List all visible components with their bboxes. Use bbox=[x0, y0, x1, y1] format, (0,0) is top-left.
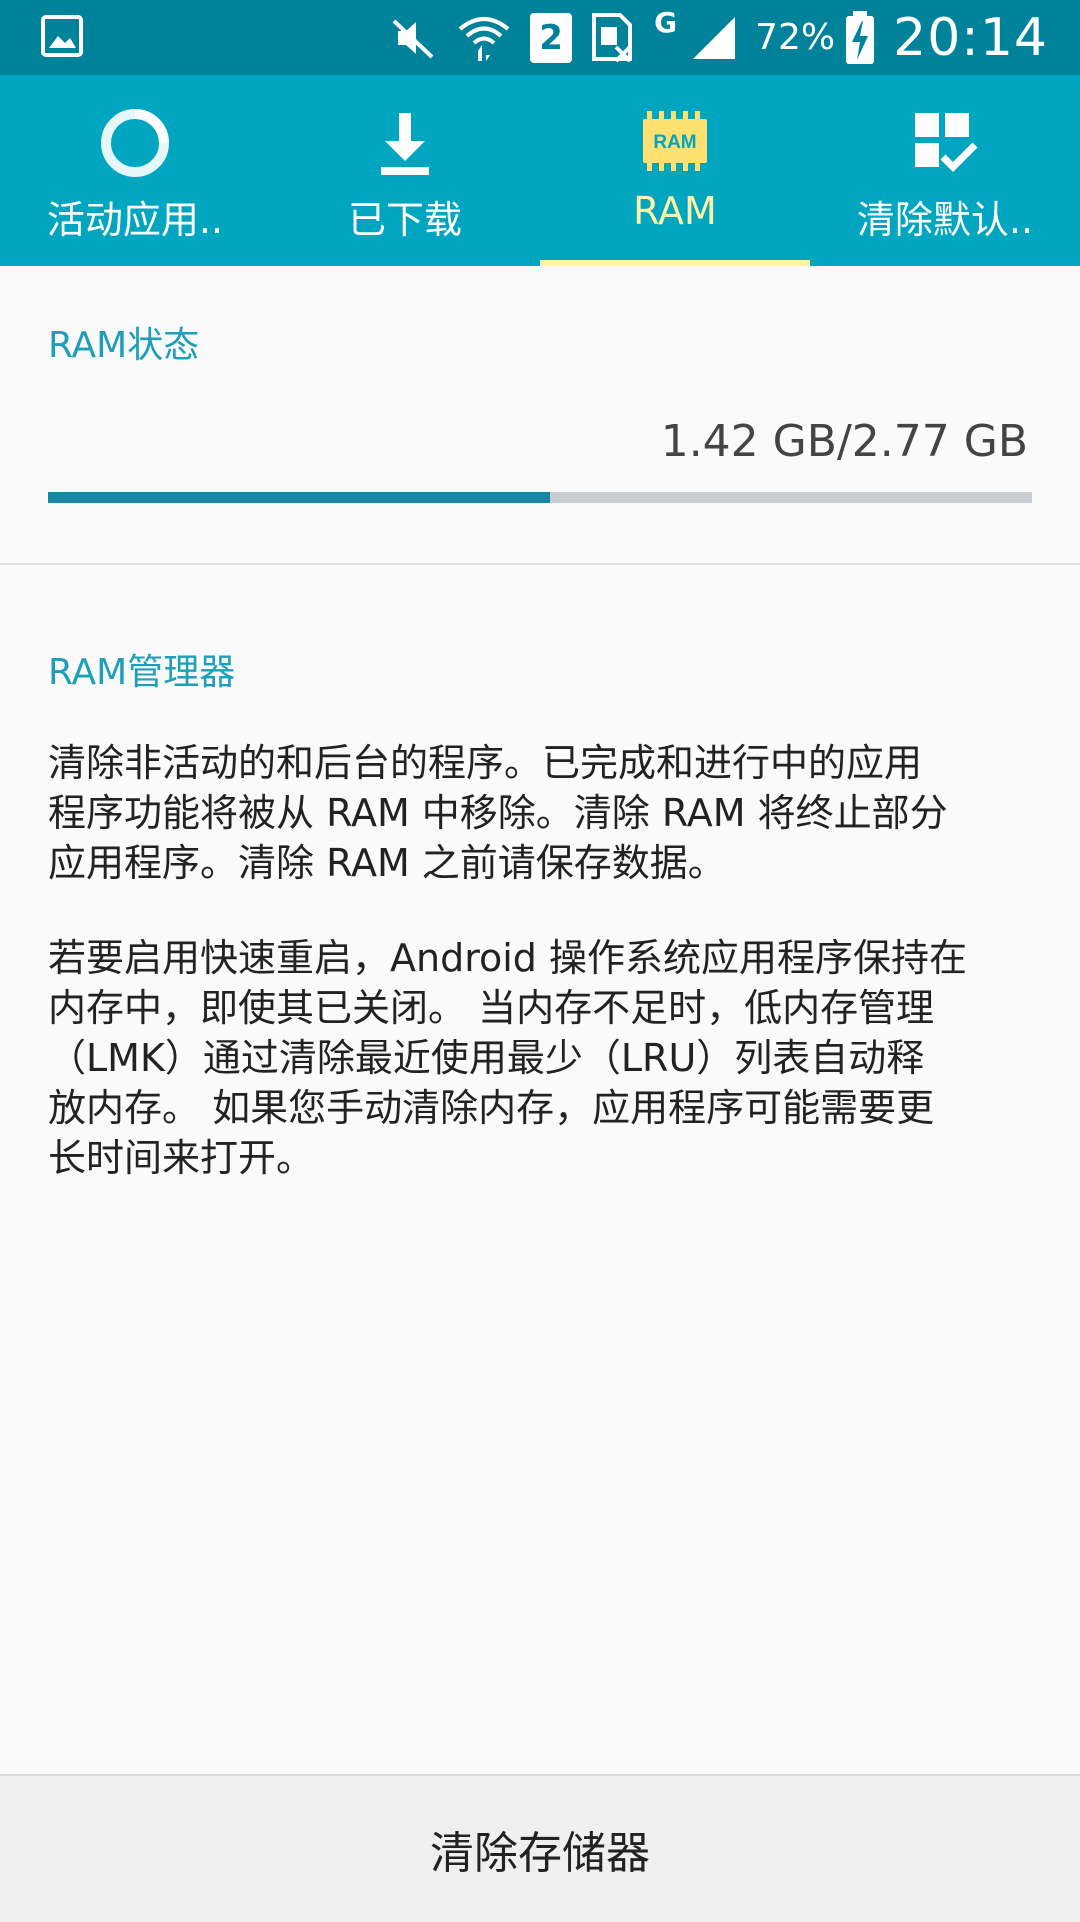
ram-status-title: RAM状态 bbox=[48, 325, 200, 366]
status-bar: 2 G 72% 20:14 bbox=[0, 0, 1080, 75]
ram-chip-text: RAM bbox=[653, 132, 696, 153]
divider bbox=[0, 563, 1080, 565]
no-sim-icon bbox=[592, 12, 633, 62]
tab-bar: 活动应用.. 已下载 RAM RAM 清除默认.. bbox=[0, 75, 1080, 266]
ram-usage-text: 1.42 GB/2.77 GB bbox=[660, 416, 1028, 467]
ram-progress-fill bbox=[48, 492, 550, 503]
ram-manager-title: RAM管理器 bbox=[48, 652, 236, 693]
text-line: （LMK）通过清除最近使用最少（LRU）列表自动释 bbox=[48, 1036, 925, 1080]
tab-label: 已下载 bbox=[347, 198, 462, 242]
tab-clear-defaults[interactable]: 清除默认.. bbox=[810, 75, 1080, 266]
ram-progress-bar bbox=[48, 492, 1032, 503]
clear-memory-label: 清除存储器 bbox=[430, 1828, 650, 1879]
text-line: 若要启用快速重启，Android 操作系统应用程序保持在 bbox=[48, 936, 967, 980]
ram-chip-icon: RAM bbox=[643, 111, 707, 171]
mute-icon bbox=[392, 19, 434, 58]
network-type: G bbox=[654, 6, 678, 39]
ram-manager-description: 清除非活动的和后台的程序。已完成和进行中的应用 程序功能将被从 RAM 中移除。… bbox=[48, 738, 1038, 888]
signal-icon bbox=[693, 16, 736, 59]
battery-percent: 72% bbox=[755, 17, 836, 58]
download-icon bbox=[381, 113, 429, 175]
clear-defaults-icon bbox=[915, 113, 978, 172]
battery-charging-icon bbox=[846, 10, 875, 64]
tab-active-apps[interactable]: 活动应用.. bbox=[0, 75, 270, 266]
wifi-icon bbox=[458, 16, 510, 61]
text-line: 清除非活动的和后台的程序。已完成和进行中的应用 bbox=[48, 741, 923, 785]
text-line: 内存中，即使其已关闭。 当内存不足时，低内存管理 bbox=[48, 986, 935, 1030]
ram-manager-explanation: 若要启用快速重启，Android 操作系统应用程序保持在 内存中，即使其已关闭。… bbox=[48, 933, 1038, 1183]
active-apps-icon bbox=[101, 109, 169, 177]
text-line: 应用程序。清除 RAM 之前请保存数据。 bbox=[48, 841, 726, 885]
clock: 20:14 bbox=[893, 7, 1048, 68]
tab-label: RAM bbox=[633, 189, 717, 233]
clear-memory-button[interactable]: 清除存储器 bbox=[0, 1774, 1080, 1922]
tab-label: 活动应用.. bbox=[46, 198, 224, 242]
gallery-icon bbox=[41, 15, 83, 57]
text-line: 程序功能将被从 RAM 中移除。清除 RAM 将终止部分 bbox=[48, 791, 948, 835]
tab-label: 清除默认.. bbox=[856, 198, 1034, 242]
text-line: 放内存。 如果您手动清除内存，应用程序可能需要更 bbox=[48, 1086, 935, 1130]
active-tab-indicator bbox=[540, 260, 810, 266]
tab-ram[interactable]: RAM RAM bbox=[540, 75, 810, 266]
text-line: 长时间来打开。 bbox=[48, 1136, 315, 1180]
sim2-icon: 2 bbox=[530, 12, 573, 63]
tab-downloaded[interactable]: 已下载 bbox=[270, 75, 540, 266]
